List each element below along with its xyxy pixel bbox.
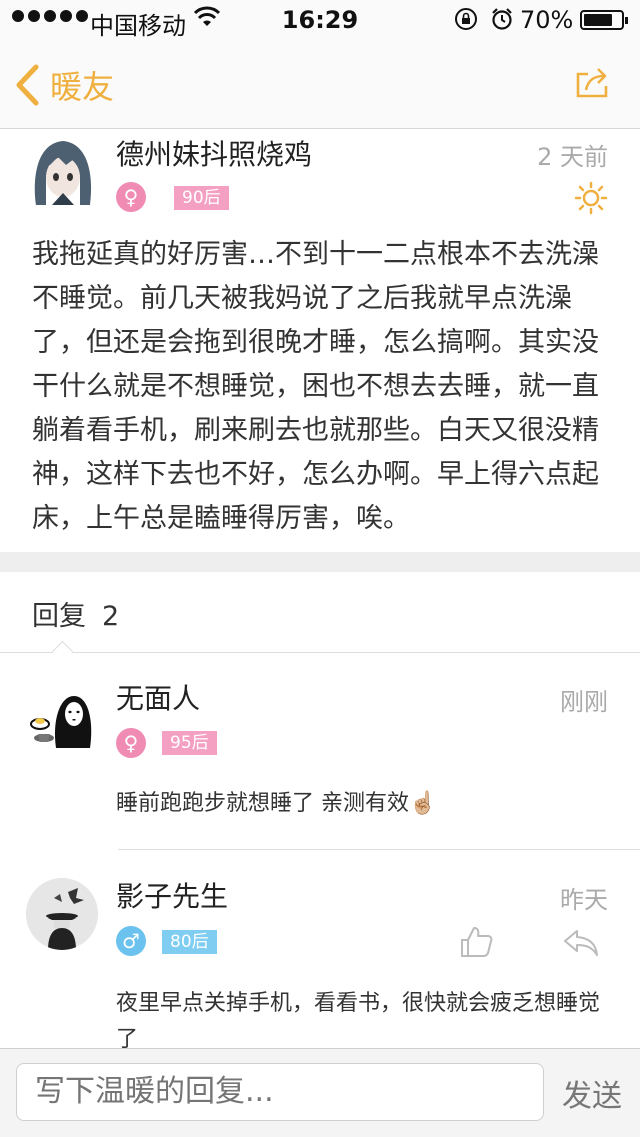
post-author-name[interactable]: 德州妹抖照烧鸡 <box>116 133 312 173</box>
post-time: 2 天前 <box>537 143 608 171</box>
author-avatar[interactable] <box>30 135 96 209</box>
thumbs-up-icon[interactable] <box>458 924 494 960</box>
back-button[interactable]: 暖友 <box>14 62 114 108</box>
reply-time: 昨天 <box>560 886 608 914</box>
reply-text: 睡前跑跑步就想睡了 亲测有效☝🏼 <box>116 791 437 816</box>
age-tag: 80后 <box>162 930 217 954</box>
post-body-text: 我拖延真的好厉害…不到十一二点根本不去洗澡不睡觉。前几天被我妈说了之后我就早点洗… <box>32 239 599 534</box>
section-divider <box>0 552 640 572</box>
replies-header: 回复 2 <box>32 594 119 633</box>
age-tag: 95后 <box>162 731 217 755</box>
reply-arrow-icon[interactable] <box>562 928 600 958</box>
reply-time: 刚刚 <box>560 688 608 716</box>
shadow-man-avatar-icon <box>26 878 98 950</box>
no-face-avatar-icon <box>26 690 96 750</box>
replies-label: 回复 <box>32 601 86 632</box>
rotation-lock-icon <box>455 8 477 30</box>
replies-tab-indicator <box>51 640 74 663</box>
share-icon[interactable] <box>574 64 610 100</box>
replies-count: 2 <box>102 601 120 632</box>
reply-composer: 发送 <box>0 1048 640 1137</box>
reply-author-name[interactable]: 影子先生 <box>116 875 228 915</box>
reply-author-avatar[interactable] <box>26 878 98 950</box>
female-gender-icon: ♀ <box>116 728 146 758</box>
alarm-icon <box>492 8 512 30</box>
reply-divider <box>118 849 640 850</box>
battery-icon <box>580 10 628 30</box>
reply-input[interactable] <box>16 1063 544 1121</box>
battery-percentage: 70% <box>520 6 574 34</box>
reply-author-name[interactable]: 无面人 <box>116 677 200 717</box>
female-gender-icon: ♀ <box>116 182 146 212</box>
navigation-bar: 暖友 <box>0 40 640 129</box>
age-tag: 90后 <box>174 186 229 210</box>
reply-author-avatar[interactable] <box>26 690 96 750</box>
chevron-left-icon <box>16 64 39 106</box>
male-gender-icon: ♂ <box>116 926 146 956</box>
status-bar: 中国移动 16:29 70% <box>0 0 640 40</box>
send-button[interactable]: 发送 <box>562 1071 622 1115</box>
anime-girl-avatar-icon <box>30 135 96 209</box>
sun-icon[interactable] <box>574 181 608 215</box>
back-button-label: 暖友 <box>50 68 115 106</box>
replies-header-divider <box>0 652 640 653</box>
